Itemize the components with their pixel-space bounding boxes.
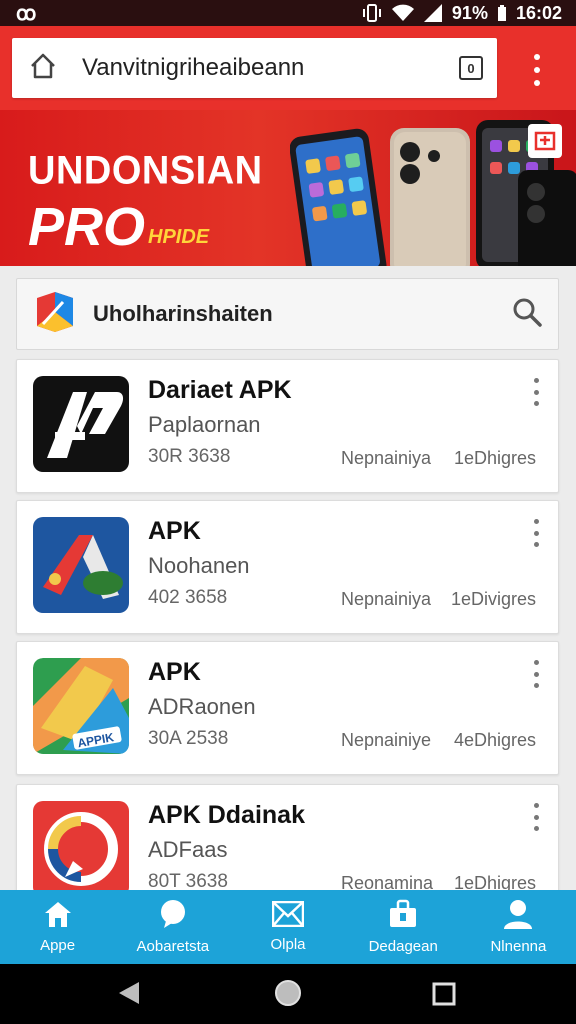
app-rating: 1eDivigres (450, 589, 536, 609)
home-button-icon[interactable] (274, 979, 302, 1012)
battery-text: 91% (451, 2, 488, 23)
app-size: 30A 2538 (148, 728, 229, 749)
status-bar: ꝏ 91% 16:02 (0, 0, 576, 26)
banner-title: UNDONSIAN (28, 148, 263, 194)
recents-icon[interactable] (432, 982, 456, 1011)
signal-icon (423, 4, 442, 22)
item-menu-button[interactable] (530, 660, 542, 688)
browser-toolbar: Vanvitnigriheaibeann 0 (0, 26, 576, 110)
url-text[interactable]: Vanvitnigriheaibeann (82, 54, 459, 82)
status-glyph: ꝏ (16, 2, 37, 25)
app-size: 30R 3638 (148, 446, 231, 467)
apk-icon-black (33, 376, 129, 472)
app-subtitle: Paplaornan (148, 412, 261, 437)
app-title: APK (148, 517, 201, 545)
nav-label: Olpla (270, 936, 306, 953)
home-icon[interactable] (28, 51, 58, 86)
home-icon (43, 900, 73, 933)
overflow-menu-button[interactable] (522, 50, 552, 90)
nav-item-profile[interactable]: Nlnenna (461, 890, 576, 964)
back-icon[interactable] (117, 980, 141, 1011)
briefcase-icon (388, 899, 418, 934)
nav-label: Dedagean (368, 938, 438, 955)
bookmark-icon[interactable] (528, 124, 562, 158)
nav-item-messages[interactable]: Olpla (230, 890, 345, 964)
url-field[interactable]: Vanvitnigriheaibeann 0 (12, 38, 497, 98)
banner-tag: HPIDE (148, 226, 210, 248)
item-menu-button[interactable] (530, 519, 542, 547)
mail-icon (271, 900, 305, 932)
chat-icon (158, 899, 188, 934)
nav-label: Appe (40, 937, 76, 954)
system-navigation-bar (0, 964, 576, 1024)
app-rating: 1eDhigres (453, 448, 536, 468)
app-tag: Nepnainiya (341, 589, 432, 609)
apk-icon-red (33, 801, 129, 897)
nav-label: Aobaretsta (136, 938, 210, 955)
clock: 16:02 (515, 2, 562, 23)
app-logo-icon (33, 290, 77, 339)
nav-item-downloads[interactable]: Dedagean (346, 890, 461, 964)
app-list-item[interactable]: Dariaet APK Paplaornan 30R 3638 Nepnaini… (16, 359, 559, 493)
person-icon (503, 899, 533, 934)
search-query[interactable]: Uholharinshaiten (93, 301, 512, 327)
battery-icon (497, 5, 506, 21)
tab-switcher-button[interactable]: 0 (459, 56, 483, 80)
apk-icon-multicolor: APPIK (33, 658, 129, 754)
search-bar[interactable]: Uholharinshaiten (16, 278, 559, 350)
app-title: APK (148, 658, 201, 686)
app-list-item[interactable]: APK Noohanen 402 3658 Nepnainiya 1eDivig… (16, 500, 559, 634)
app-tag: Nepnainiye (341, 730, 432, 750)
vibrate-icon (362, 4, 382, 22)
app-size: 402 3658 (148, 587, 228, 608)
nav-label: Nlnenna (490, 938, 547, 955)
promo-banner[interactable]: UNDONSIAN PRO HPIDE (0, 110, 576, 266)
nav-item-apps[interactable]: Appe (0, 890, 115, 964)
apk-icon-blue (33, 517, 129, 613)
app-subtitle: Noohanen (148, 553, 250, 578)
wifi-icon (391, 4, 414, 22)
banner-subtitle: PRO (28, 197, 146, 257)
app-list-item[interactable]: APPIK APK ADRaonen 30A 2538 Nepnainiye 4… (16, 641, 559, 775)
app-title: Dariaet APK (148, 376, 292, 404)
app-subtitle: ADRaonen (148, 694, 256, 719)
app-rating: 4eDhigres (453, 730, 536, 750)
app-subtitle: ADFaas (148, 837, 228, 862)
app-title: APK Ddainak (148, 801, 305, 829)
search-icon[interactable] (512, 297, 542, 332)
bottom-navigation: Appe Aobaretsta Olpla Dedagean Nlnenna (0, 890, 576, 964)
app-tag: Nepnainiya (341, 448, 432, 468)
item-menu-button[interactable] (530, 378, 542, 406)
nav-item-community[interactable]: Aobaretsta (115, 890, 230, 964)
item-menu-button[interactable] (530, 803, 542, 831)
